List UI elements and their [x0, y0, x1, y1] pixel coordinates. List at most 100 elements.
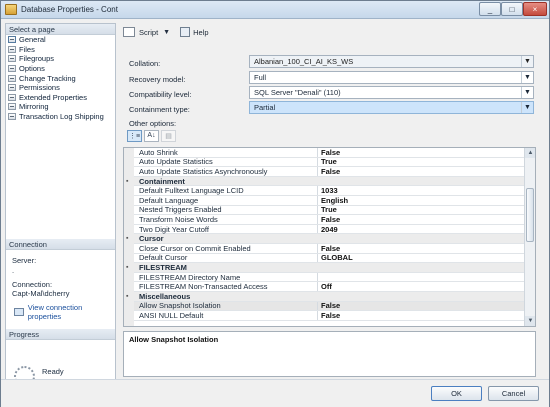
scroll-up-icon[interactable]: ▲	[525, 148, 535, 158]
page-icon	[8, 74, 16, 82]
connection-header: Connection	[6, 239, 115, 250]
property-row-ansi-null-default[interactable]: ANSI NULL Default False	[134, 311, 526, 321]
page-extended-properties[interactable]: Extended Properties	[8, 93, 113, 103]
page-icon	[8, 36, 16, 44]
property-row-nested-triggers-enabled[interactable]: Nested Triggers Enabled True	[134, 205, 526, 216]
dialog-footer: OK Cancel	[1, 379, 549, 407]
property-group-miscellaneous[interactable]: ▪ Miscellaneous	[126, 292, 526, 302]
page-general[interactable]: General	[8, 35, 113, 45]
script-button[interactable]: Script ▼	[123, 25, 170, 39]
collapse-icon[interactable]: ▪	[126, 235, 128, 242]
collapse-icon[interactable]: ▪	[126, 264, 128, 271]
connection-value: Capt-Mal\dcherry	[12, 289, 70, 298]
page-filegroups[interactable]: Filegroups	[8, 54, 113, 64]
property-row-auto-update-statistics[interactable]: Auto Update Statistics True	[134, 157, 526, 168]
view-connection-properties-label: View connection properties	[27, 303, 83, 321]
property-value[interactable]: False	[318, 148, 340, 157]
compatibility-level-label: Compatibility level:	[129, 90, 192, 99]
property-value[interactable]: English	[318, 196, 348, 205]
close-button[interactable]: ×	[523, 2, 547, 16]
compatibility-level-select[interactable]: SQL Server "Denali" (110) ▼	[249, 86, 534, 99]
property-value[interactable]: 1033	[318, 186, 338, 195]
property-row-default-fulltext-language-lcid[interactable]: Default Fulltext Language LCID 1033	[134, 186, 526, 196]
containment-type-select[interactable]: Partial ▼	[249, 101, 534, 114]
page-permissions[interactable]: Permissions	[8, 83, 113, 93]
property-value[interactable]: False	[318, 215, 340, 224]
property-row-default-language[interactable]: Default Language English	[134, 196, 526, 206]
property-group-filestream[interactable]: ▪ FILESTREAM	[126, 262, 526, 273]
property-value[interactable]: True	[318, 157, 337, 166]
property-value[interactable]: False	[318, 167, 340, 176]
page-icon	[8, 65, 16, 73]
property-name: FILESTREAM Directory Name	[134, 273, 318, 282]
page-label: Transaction Log Shipping	[19, 112, 104, 122]
maximize-button[interactable]: □	[501, 2, 523, 16]
page-label: Mirroring	[19, 102, 49, 112]
property-grid[interactable]: Auto Shrink False Auto Update Statistics T…	[123, 147, 536, 327]
property-row-auto-update-statistics-async[interactable]: Auto Update Statistics Asynchronously Fal…	[134, 167, 526, 177]
property-name: Transform Noise Words	[134, 215, 318, 224]
property-value[interactable]: False	[318, 301, 340, 310]
alphabetical-sort-button[interactable]: A↓	[144, 129, 159, 142]
page-change-tracking[interactable]: Change Tracking	[8, 73, 113, 83]
property-row-auto-shrink[interactable]: Auto Shrink False	[134, 148, 526, 158]
page-mirroring[interactable]: Mirroring	[8, 102, 113, 112]
property-row-close-cursor-on-commit[interactable]: Close Cursor on Commit Enabled False	[134, 244, 526, 254]
page-transaction-log-shipping[interactable]: Transaction Log Shipping	[8, 112, 113, 122]
cancel-button[interactable]: Cancel	[488, 386, 539, 401]
recovery-model-select[interactable]: Full ▼	[249, 71, 534, 84]
containment-type-label: Containment type:	[129, 105, 190, 114]
help-button[interactable]: Help	[174, 25, 209, 39]
collation-label: Collation:	[129, 59, 161, 68]
property-row-default-cursor[interactable]: Default Cursor GLOBAL	[134, 253, 526, 264]
property-name: Two Digit Year Cutoff	[134, 225, 318, 234]
script-dropdown-icon[interactable]: ▼	[163, 29, 170, 36]
categorized-view-button[interactable]: ⋮≡	[127, 129, 142, 142]
title-bar: Database Properties - Cont _ □ ×	[1, 1, 549, 19]
group-name: Cursor	[139, 234, 164, 244]
property-value[interactable]: 2049	[318, 225, 338, 234]
property-value[interactable]: False	[318, 311, 340, 320]
property-row-transform-noise-words[interactable]: Transform Noise Words False	[134, 215, 526, 225]
collation-select[interactable]: Albanian_100_CI_AI_KS_WS ▼	[249, 55, 534, 68]
property-row-allow-snapshot-isolation[interactable]: Allow Snapshot Isolation False	[134, 301, 526, 312]
page-label: General	[19, 35, 46, 45]
property-group-containment[interactable]: ▪ Containment	[126, 176, 526, 187]
scroll-down-icon[interactable]: ▼	[525, 316, 535, 326]
property-group-cursor[interactable]: ▪ Cursor	[126, 234, 526, 244]
property-value[interactable]: Off	[318, 282, 332, 291]
collapse-icon[interactable]: ▪	[126, 293, 128, 300]
view-connection-properties-link[interactable]: View connection properties	[14, 303, 115, 321]
property-row-filestream-non-transacted-access[interactable]: FILESTREAM Non-Transacted Access Off	[134, 282, 526, 292]
compatibility-level-value: SQL Server "Denali" (110)	[254, 88, 341, 97]
property-name: Default Cursor	[134, 253, 318, 262]
property-value[interactable]: GLOBAL	[318, 253, 353, 262]
group-name: FILESTREAM	[139, 262, 187, 272]
window-title: Database Properties - Cont	[21, 5, 118, 14]
scroll-thumb[interactable]	[526, 188, 534, 242]
main-panel: Script ▼ Help Collation: Albanian_100_CI…	[119, 23, 544, 377]
page-icon	[8, 84, 16, 92]
database-icon	[5, 4, 17, 15]
property-value[interactable]: False	[318, 244, 340, 253]
collapse-icon[interactable]: ▪	[126, 178, 128, 185]
server-label: Server:	[12, 256, 37, 265]
left-pane: Select a page General Files Filegroups O…	[5, 23, 116, 397]
property-value[interactable]: True	[318, 205, 337, 214]
page-options[interactable]: Options	[8, 64, 113, 74]
ok-button[interactable]: OK	[431, 386, 482, 401]
connection-properties-icon	[14, 308, 24, 316]
property-row-two-digit-year-cutoff[interactable]: Two Digit Year Cutoff 2049	[134, 225, 526, 235]
page-files[interactable]: Files	[8, 45, 113, 55]
progress-status: Ready	[42, 367, 64, 376]
containment-type-value: Partial	[254, 103, 276, 112]
group-name: Containment	[139, 176, 185, 186]
property-pages-button[interactable]: ▤	[161, 129, 176, 142]
property-name: Close Cursor on Commit Enabled	[134, 244, 318, 253]
minimize-button[interactable]: _	[479, 2, 501, 16]
script-label: Script	[139, 27, 159, 37]
property-row-filestream-directory-name[interactable]: FILESTREAM Directory Name	[134, 273, 526, 283]
page-icon	[8, 45, 16, 53]
page-icon	[8, 103, 16, 111]
property-grid-scrollbar[interactable]: ▲ ▼	[524, 148, 535, 326]
